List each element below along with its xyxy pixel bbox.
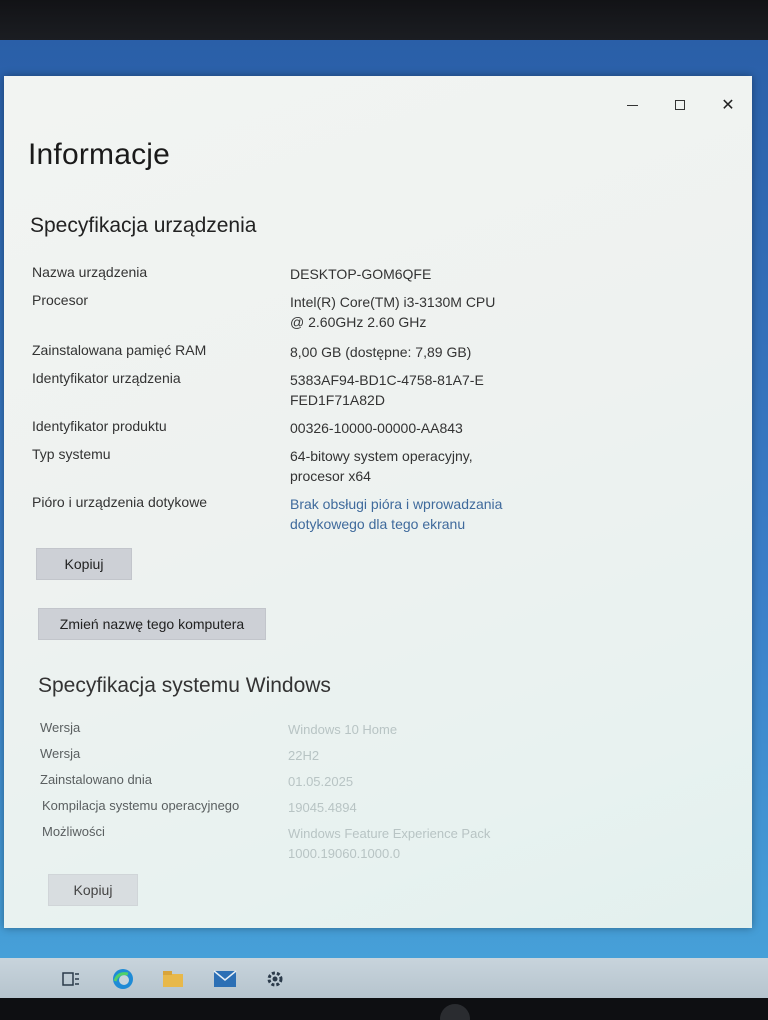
spec-label: Zainstalowana pamięć RAM: [32, 342, 207, 358]
device-spec-title: Specyfikacja urządzenia: [30, 214, 257, 237]
window-controls: ✕: [608, 88, 752, 122]
close-button[interactable]: ✕: [704, 88, 752, 122]
task-view-icon[interactable]: [58, 966, 84, 992]
settings-icon[interactable]: [262, 966, 288, 992]
minimize-icon: [626, 104, 638, 106]
explorer-icon[interactable]: [160, 966, 186, 992]
maximize-button[interactable]: [656, 88, 704, 122]
spec-value: DESKTOP-GOM6QFE: [290, 266, 432, 282]
maximize-icon: [675, 100, 685, 110]
spec-value: 5383AF94-BD1C-4758-81A7-EFED1F71A82D: [290, 372, 484, 408]
spec-label: Typ systemu: [32, 446, 111, 462]
close-icon: ✕: [721, 97, 735, 114]
windows-spec-title: Specyfikacja systemu Windows: [38, 674, 331, 697]
copy-windows-spec-button[interactable]: Kopiuj: [48, 874, 138, 906]
spec-label: Zainstalowano dnia: [40, 772, 153, 787]
spec-label: Identyfikator produktu: [32, 418, 167, 434]
spec-value: 19045.4894: [288, 800, 357, 815]
spec-value: Windows Feature Experience Pack 1000.190…: [288, 826, 491, 861]
spec-value: 64-bitowy system operacyjny, procesor x6…: [290, 448, 473, 484]
spec-label: Wersja: [40, 746, 81, 761]
page-title: Informacje: [28, 138, 171, 171]
mail-icon[interactable]: [212, 966, 238, 992]
minimize-button[interactable]: [608, 88, 656, 122]
spec-label: Procesor: [32, 292, 89, 308]
monitor-bezel-bottom: [0, 998, 768, 1020]
spec-value: 01.05.2025: [288, 774, 354, 789]
rename-computer-button[interactable]: Zmień nazwę tego komputera: [38, 608, 266, 640]
taskbar: [0, 958, 768, 1000]
spec-label: Możliwości: [42, 824, 105, 839]
spec-value: 22H2: [288, 748, 320, 763]
spec-label: Kompilacja systemu operacyjnego: [42, 798, 240, 813]
spec-value: Intel(R) Core(TM) i3-3130M CPU @ 2.60GHz…: [290, 294, 496, 330]
spec-value: 00326-10000-00000-AA843: [290, 420, 463, 436]
copy-device-spec-button[interactable]: Kopiuj: [36, 548, 132, 580]
spec-label: Pióro i urządzenia dotykowe: [32, 494, 208, 510]
spec-value: Brak obsługi pióra i wprowadzania dotyko…: [290, 496, 503, 532]
spec-label: Identyfikator urządzenia: [32, 370, 181, 386]
monitor-bezel-top: [0, 0, 768, 40]
spec-value: Windows 10 Home: [288, 722, 398, 737]
spec-label: Wersja: [40, 720, 81, 735]
spec-label: Nazwa urządzenia: [32, 264, 148, 280]
settings-window: ✕ Informacje Specyfikacja urządzenia Naz…: [4, 76, 752, 928]
spec-value: 8,00 GB (dostępne: 7,89 GB): [290, 344, 472, 360]
edge-icon[interactable]: [110, 966, 136, 992]
